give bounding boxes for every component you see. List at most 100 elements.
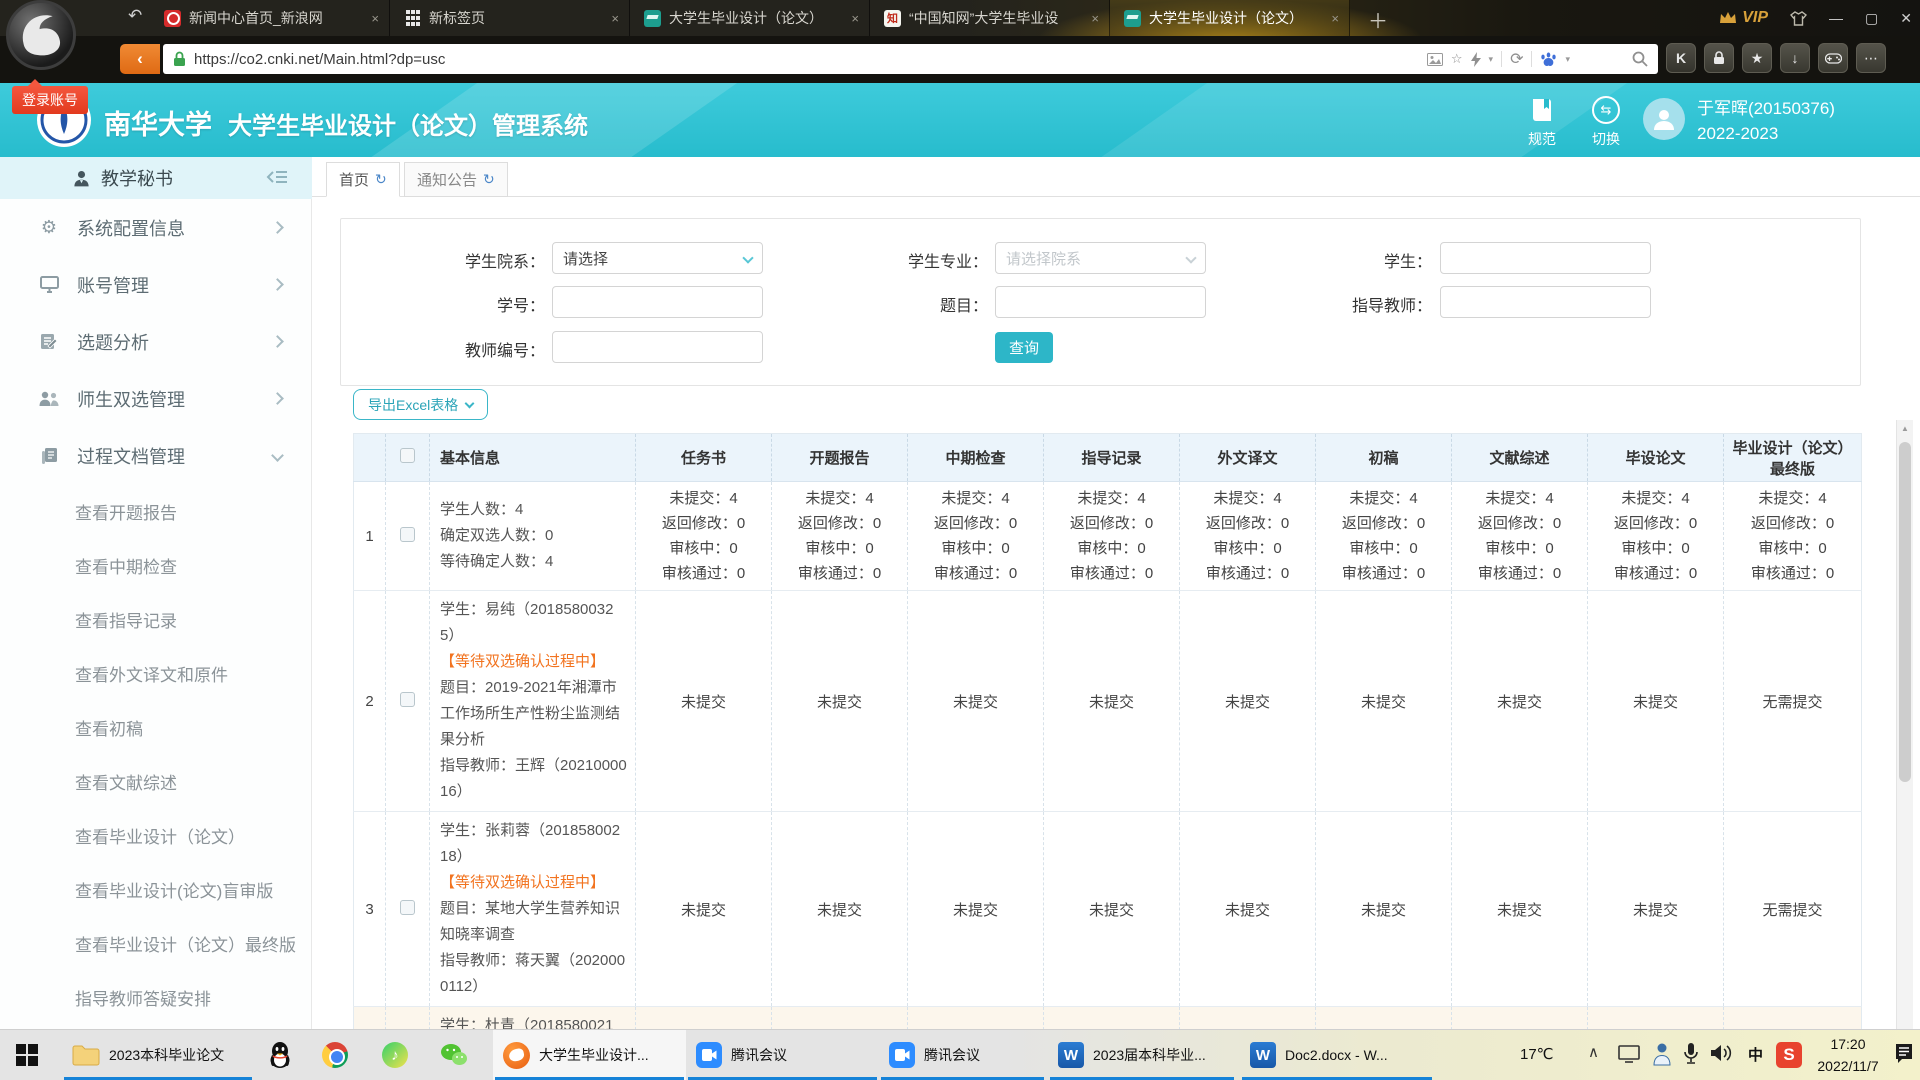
sidebar-sub-proposal-report[interactable]: 查看开题报告 — [0, 484, 312, 538]
start-button[interactable] — [6, 1030, 48, 1080]
taskbar-wechat-icon[interactable] — [430, 1030, 478, 1080]
skin-icon[interactable] — [1790, 11, 1807, 26]
norms-button[interactable]: 规范 — [1514, 95, 1570, 149]
sidebar-sub-thesis-blind[interactable]: 查看毕业设计(论文)盲审版 — [0, 862, 312, 916]
query-button[interactable]: 查询 — [995, 332, 1053, 363]
user-tray-icon[interactable] — [1652, 1042, 1672, 1066]
tab-close-icon[interactable]: × — [1091, 11, 1099, 26]
k-extension-button[interactable]: K — [1666, 43, 1696, 73]
login-account-tooltip[interactable]: 登录账号 — [12, 86, 88, 114]
tab-notice[interactable]: 通知公告 ↻ — [404, 162, 508, 197]
downloads-button[interactable]: ↓ — [1780, 43, 1810, 73]
switch-role-button[interactable]: ⇆ 切换 — [1578, 95, 1634, 149]
row-number: 1 — [354, 482, 386, 591]
tno-input[interactable] — [552, 331, 763, 363]
chevron-right-icon — [271, 278, 284, 291]
sidebar-item-account[interactable]: 账号管理 — [0, 256, 312, 313]
taskbar-word-window-1[interactable]: W 2023届本科毕业... — [1048, 1030, 1236, 1080]
taskbar-folder-button[interactable]: 2023本科毕业论文 — [62, 1030, 254, 1080]
browser-tab[interactable]: 知 “中国知网”大学生毕业设 × — [870, 0, 1110, 36]
vertical-scrollbar[interactable]: ▲ — [1896, 420, 1913, 1029]
scrollbar-thumb[interactable] — [1899, 442, 1911, 782]
taskbar-chrome-icon[interactable] — [312, 1030, 358, 1080]
tab-home[interactable]: 首页 ↻ — [326, 162, 400, 197]
browser-tab[interactable]: 新闻中心首页_新浪网 × — [150, 0, 390, 36]
sidebar-sub-literature-review[interactable]: 查看文献综述 — [0, 754, 312, 808]
baidu-paw-icon[interactable] — [1540, 52, 1557, 67]
baidu-dropdown-icon[interactable]: ▾ — [1565, 54, 1570, 65]
temperature[interactable]: 17℃ — [1520, 1045, 1554, 1063]
image-block-icon[interactable] — [1427, 53, 1443, 66]
sidebar-sub-thesis[interactable]: 查看毕业设计（论文） — [0, 808, 312, 862]
sidebar-sub-foreign-translation[interactable]: 查看外文译文和原件 — [0, 646, 312, 700]
close-button[interactable]: ✕ — [1900, 10, 1912, 27]
student-input[interactable] — [1440, 242, 1651, 274]
advisor-input[interactable] — [1440, 286, 1651, 318]
browser-tab[interactable]: 新标签页 × — [390, 0, 630, 36]
tray-expand-chevron[interactable]: ∧ — [1588, 1043, 1599, 1061]
lightning-extension-icon[interactable] — [1471, 52, 1481, 67]
col-basic-info: 基本信息 — [430, 434, 636, 482]
microphone-icon[interactable] — [1684, 1042, 1698, 1066]
search-icon[interactable] — [1632, 51, 1648, 67]
title-input[interactable] — [995, 286, 1206, 318]
chevron-right-icon — [271, 335, 284, 348]
select-all-checkbox[interactable] — [400, 448, 415, 463]
vip-badge[interactable]: VIP — [1719, 9, 1768, 27]
browser-back-button[interactable]: ‹ — [120, 44, 160, 74]
divider — [1531, 51, 1532, 67]
sidebar-sub-guidance-record[interactable]: 查看指导记录 — [0, 592, 312, 646]
export-excel-button[interactable]: 导出Excel表格 — [353, 389, 488, 420]
maximize-button[interactable]: ▢ — [1865, 10, 1878, 27]
sidebar-sub-first-draft[interactable]: 查看初稿 — [0, 700, 312, 754]
taskbar-meeting-window-2[interactable]: 腾讯会议 — [879, 1030, 1046, 1080]
sidebar-sub-midterm-check[interactable]: 查看中期检查 — [0, 538, 312, 592]
refresh-icon[interactable]: ⟳ — [1510, 49, 1523, 69]
taskbar-word-window-2[interactable]: W Doc2.docx - W... — [1240, 1030, 1434, 1080]
major-select[interactable]: 请选择院系 — [995, 242, 1206, 274]
sidebar-item-process-docs[interactable]: 过程文档管理 — [0, 427, 312, 484]
refresh-icon[interactable]: ↻ — [375, 171, 387, 188]
history-back-icon[interactable]: ↶ — [128, 6, 142, 26]
sidebar-sub-thesis-final[interactable]: 查看毕业设计（论文）最终版 — [0, 916, 312, 970]
dept-select[interactable]: 请选择 — [552, 242, 763, 274]
sogou-icon[interactable]: S — [1776, 1042, 1802, 1068]
row-checkbox[interactable] — [400, 900, 415, 915]
browser-tab[interactable]: 大学生毕业设计（论文） × — [630, 0, 870, 36]
ime-indicator[interactable]: 中 — [1748, 1044, 1763, 1065]
taskbar-meeting-window-1[interactable]: 腾讯会议 — [686, 1030, 879, 1080]
notification-center-icon[interactable] — [1894, 1043, 1914, 1065]
cheetah-browser-logo[interactable] — [6, 0, 76, 70]
minimize-button[interactable]: — — [1829, 10, 1843, 26]
taskbar-qq-icon[interactable] — [258, 1030, 302, 1080]
tab-close-icon[interactable]: × — [371, 11, 379, 26]
new-tab-button[interactable]: ＋ — [1368, 5, 1388, 34]
refresh-icon[interactable]: ↻ — [483, 171, 495, 188]
lock-button[interactable] — [1704, 43, 1734, 73]
browser-tab-active[interactable]: 大学生毕业设计（论文） × — [1110, 0, 1350, 36]
sidebar-collapse-icon[interactable] — [266, 168, 288, 186]
row-checkbox[interactable] — [400, 692, 415, 707]
tab-close-icon[interactable]: × — [1331, 11, 1339, 26]
sidebar-item-mutual-selection[interactable]: 师生双选管理 — [0, 370, 312, 427]
row-checkbox[interactable] — [400, 527, 415, 542]
url-field[interactable]: https://co2.cnki.net/Main.html?dp=usc ☆ … — [163, 44, 1658, 74]
tab-close-icon[interactable]: × — [611, 11, 619, 26]
lightning-dropdown-icon[interactable]: ▾ — [1489, 54, 1494, 65]
tab-close-icon[interactable]: × — [851, 11, 859, 26]
taskbar-browser-window[interactable]: 大学生毕业设计... — [493, 1030, 686, 1080]
taskbar-qqmusic-icon[interactable]: ♪ — [372, 1030, 418, 1080]
taskbar-clock[interactable]: 17:20 2022/11/7 — [1800, 1033, 1896, 1077]
scroll-up-arrow[interactable]: ▲ — [1901, 424, 1909, 433]
sidebar-sub-qa-schedule[interactable]: 指导教师答疑安排 — [0, 970, 312, 1024]
sno-input[interactable] — [552, 286, 763, 318]
games-button[interactable] — [1818, 43, 1848, 73]
favorites-button[interactable]: ★ — [1742, 43, 1772, 73]
sidebar-item-topic-analysis[interactable]: 选题分析 — [0, 313, 312, 370]
display-cast-icon[interactable] — [1618, 1045, 1640, 1063]
more-menu-button[interactable]: ⋯ — [1856, 43, 1886, 73]
sidebar-item-system-config[interactable]: ⚙ 系统配置信息 — [0, 199, 312, 256]
speaker-icon[interactable] — [1710, 1043, 1734, 1063]
bookmark-add-icon[interactable]: ☆ — [1451, 51, 1463, 67]
user-avatar[interactable] — [1643, 98, 1685, 140]
